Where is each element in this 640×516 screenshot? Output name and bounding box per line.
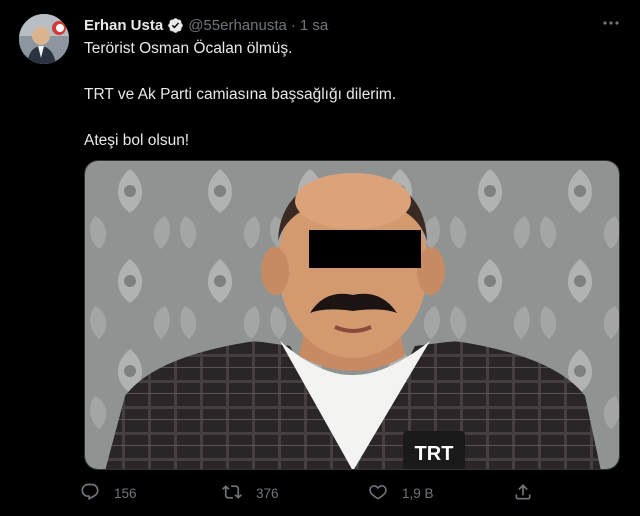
avatar[interactable] [19, 14, 69, 64]
like-icon [368, 482, 388, 505]
more-dots-icon[interactable] [600, 12, 622, 34]
timestamp[interactable]: 1 sa [300, 17, 328, 34]
share-button[interactable] [513, 480, 533, 506]
reply-icon [80, 482, 100, 505]
retweet-count: 376 [256, 485, 279, 501]
verified-badge-icon [167, 17, 184, 34]
tweet-line: Ateşi bol olsun! [84, 132, 190, 149]
share-icon [513, 482, 533, 505]
reply-button[interactable]: 156 [80, 480, 137, 506]
tweet-line: TRT ve Ak Parti camiasına başsağlığı dil… [84, 86, 397, 103]
like-count: 1,9 B [402, 485, 434, 501]
author-handle[interactable]: @55erhanusta [188, 17, 287, 34]
reply-count: 156 [114, 485, 137, 501]
photo-illustration: TRT [85, 161, 619, 469]
media-watermark: TRT [415, 443, 454, 465]
retweet-button[interactable]: 376 [222, 480, 279, 506]
retweet-icon [222, 482, 242, 505]
tweet-line: Terörist Osman Öcalan ölmüş. [84, 40, 293, 57]
tweet-media-photo[interactable]: TRT [84, 160, 620, 470]
tweet-header: Erhan Usta @55erhanusta · 1 sa [84, 15, 328, 35]
tweet-text: Terörist Osman Öcalan ölmüş. TRT ve Ak P… [84, 39, 614, 151]
like-button[interactable]: 1,9 B [368, 480, 434, 506]
action-bar: 156 376 1,9 B [80, 480, 540, 506]
author-name[interactable]: Erhan Usta [84, 17, 163, 34]
tweet[interactable]: Erhan Usta @55erhanusta · 1 sa Terörist … [0, 0, 640, 516]
separator-dot: · [290, 16, 296, 34]
